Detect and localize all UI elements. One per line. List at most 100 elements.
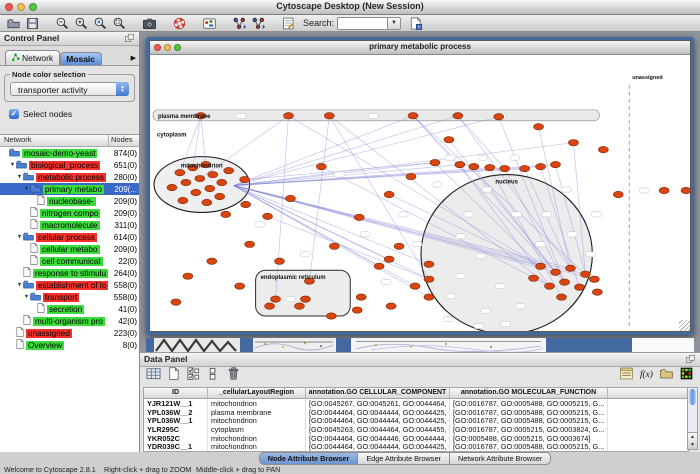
attribute-table-icon[interactable] <box>146 366 161 386</box>
graph-node[interactable] <box>559 279 569 285</box>
graph-node[interactable] <box>485 164 495 170</box>
network-tree-row[interactable]: Overview8(0) <box>0 339 139 351</box>
graph-node[interactable] <box>565 265 575 271</box>
graph-node[interactable] <box>284 113 294 119</box>
tree-header-network[interactable]: Network <box>0 135 109 146</box>
graph-node[interactable] <box>556 294 566 300</box>
save-session-icon[interactable] <box>24 16 41 31</box>
graph-node[interactable] <box>167 184 177 190</box>
graph-node[interactable] <box>551 269 561 275</box>
graph-node[interactable] <box>171 299 181 305</box>
table-row[interactable]: YLR295Ccytoplasm[GO:0045263, GO:0044464,… <box>144 425 688 434</box>
graph-node[interactable] <box>263 213 273 219</box>
network-tree-row[interactable]: ▼cellular process614(0) <box>0 231 139 243</box>
graph-node[interactable] <box>430 159 440 165</box>
graph-node[interactable] <box>241 201 251 207</box>
graph-node[interactable] <box>598 146 608 152</box>
graph-node[interactable] <box>354 214 364 220</box>
annotations-icon[interactable] <box>201 16 218 31</box>
column-header[interactable]: ID <box>144 388 208 398</box>
delete-attribute-icon[interactable] <box>226 366 241 386</box>
select-nodes-checkbox[interactable]: ✓ <box>9 109 19 119</box>
expand-arrow-icon[interactable]: ▼ <box>23 186 30 192</box>
tab-mosaic[interactable]: Mosaic <box>60 52 102 65</box>
network-tree-row[interactable]: ▼establishment of lo558(0) <box>0 279 139 291</box>
search-input[interactable]: ▼ <box>337 17 389 30</box>
graph-node[interactable] <box>224 167 234 173</box>
network-graph[interactable]: plasma membranecytoplasmmitochondrionnuc… <box>150 55 690 331</box>
table-scrollbar[interactable]: ▲▼ <box>687 387 698 450</box>
snapshot-icon[interactable] <box>141 16 158 31</box>
window-fragment[interactable] <box>351 338 546 352</box>
graph-node[interactable] <box>494 114 504 120</box>
zoom-in-icon[interactable] <box>73 16 90 31</box>
node-color-dropdown[interactable]: transporter activity ▲▼ <box>10 82 129 96</box>
graph-node[interactable] <box>183 273 193 279</box>
network-tree-row[interactable]: multi-organism pro42(0) <box>0 315 139 327</box>
network-tree-row[interactable]: ▼biological_process651(0) <box>0 159 139 171</box>
graph-node[interactable] <box>175 169 185 175</box>
graph-node[interactable] <box>408 113 418 119</box>
graph-node[interactable] <box>316 163 326 169</box>
network-tree-row[interactable]: unassigned223(0) <box>0 327 139 339</box>
column-header[interactable]: _cellularLayoutRegion <box>208 388 306 398</box>
edit-attributes-icon[interactable] <box>280 16 297 31</box>
network-tree-row[interactable]: macromolecule311(0) <box>0 219 139 231</box>
graph-node[interactable] <box>551 161 561 167</box>
graph-node[interactable] <box>205 185 215 191</box>
graph-node[interactable] <box>659 187 669 193</box>
zoom-selected-icon[interactable] <box>92 16 109 31</box>
expand-arrow-icon[interactable]: ▼ <box>16 234 23 240</box>
graph-node[interactable] <box>410 283 420 289</box>
graph-node[interactable] <box>580 271 590 277</box>
graph-node[interactable] <box>386 303 396 309</box>
network-canvas[interactable]: plasma membranecytoplasmmitochondrionnuc… <box>150 55 690 331</box>
graph-node[interactable] <box>536 163 546 169</box>
graph-node[interactable] <box>394 243 404 249</box>
resize-grip[interactable] <box>679 320 690 331</box>
network-window-titlebar[interactable]: primary metabolic process <box>150 41 690 55</box>
network-tree-row[interactable]: cellular metabo209(0) <box>0 243 139 255</box>
network-tree-row[interactable]: mosaic-demo-yeast874(0) <box>0 147 139 159</box>
graph-node[interactable] <box>235 283 245 289</box>
graph-node[interactable] <box>191 189 201 195</box>
graph-node[interactable] <box>207 258 217 264</box>
graph-node[interactable] <box>300 296 310 302</box>
graph-node[interactable] <box>424 261 434 267</box>
graph-node[interactable] <box>195 175 205 181</box>
float-panel-icon[interactable] <box>124 33 135 45</box>
graph-node[interactable] <box>294 303 304 309</box>
attribute-panel-icon[interactable] <box>619 366 634 386</box>
graph-node[interactable] <box>374 263 384 269</box>
graph-node[interactable] <box>384 256 394 262</box>
graph-node[interactable] <box>215 193 225 199</box>
graph-node[interactable] <box>444 137 454 143</box>
graph-node[interactable] <box>352 307 362 313</box>
table-row[interactable]: YDR039C__1mitochondrion[GO:0044464, GO:0… <box>144 442 688 451</box>
expand-arrow-icon[interactable]: ▼ <box>16 282 23 288</box>
window-fragment[interactable] <box>546 338 632 352</box>
network-tree-row[interactable]: cell communicat22(0) <box>0 255 139 267</box>
graph-node[interactable] <box>424 276 434 282</box>
open-file-icon[interactable] <box>5 16 22 31</box>
graph-node[interactable] <box>265 303 275 309</box>
expand-arrow-icon[interactable]: ▼ <box>16 174 23 180</box>
graph-node[interactable] <box>469 163 479 169</box>
expand-arrow-icon[interactable]: ▼ <box>23 294 30 300</box>
window-fragment[interactable] <box>146 338 154 352</box>
graph-node[interactable] <box>568 140 578 146</box>
window-fragment[interactable] <box>632 338 694 352</box>
graph-node[interactable] <box>500 165 510 171</box>
table-row[interactable]: YPL036W__1mitochondrion[GO:0044464, GO:0… <box>144 416 688 425</box>
graph-node[interactable] <box>529 275 539 281</box>
tab-edge-attribute-browser[interactable]: Edge Attribute Browser <box>358 452 450 465</box>
import-network-icon[interactable] <box>231 16 248 31</box>
graph-node[interactable] <box>245 241 255 247</box>
graph-node[interactable] <box>384 191 394 197</box>
window-fragment[interactable] <box>336 338 351 352</box>
graph-node[interactable] <box>592 289 602 295</box>
graph-node[interactable] <box>326 313 336 319</box>
graph-node[interactable] <box>574 284 584 290</box>
search-dropdown-arrow[interactable]: ▼ <box>387 17 401 30</box>
network-tree-row[interactable]: secretion41(0) <box>0 303 139 315</box>
